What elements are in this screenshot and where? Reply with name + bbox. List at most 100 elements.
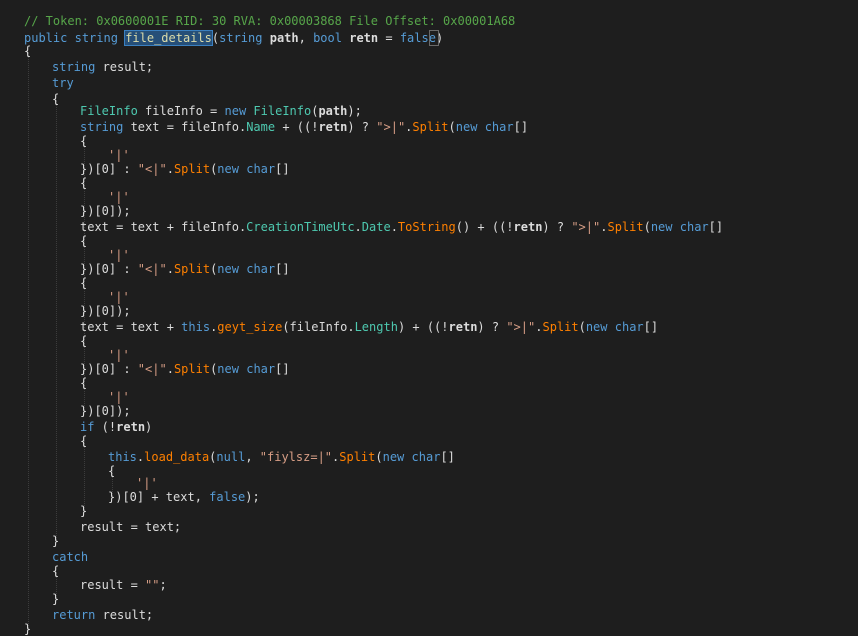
code-token: '|' (136, 476, 158, 490)
code-line[interactable]: { (80, 276, 87, 290)
code-line[interactable]: string text = fileInfo.Name + ((!retn) ?… (80, 120, 528, 134)
code-token: ( (578, 320, 586, 334)
code-line[interactable]: })[0] : "<|".Split(new char[] (80, 262, 290, 276)
code-line[interactable]: { (80, 134, 87, 148)
code-line[interactable]: })[0] : "<|".Split(new char[] (80, 362, 290, 376)
code-line[interactable]: '|' (108, 148, 130, 162)
code-line[interactable]: })[0] + text, false); (108, 490, 260, 504)
code-token: [] (275, 262, 290, 276)
code-token: string (219, 31, 263, 45)
code-line[interactable]: } (24, 622, 31, 636)
code-token: ) ? (347, 120, 377, 134)
code-token: } (52, 534, 60, 548)
code-token: result; (95, 60, 154, 74)
code-line[interactable]: })[0]); (80, 404, 131, 418)
code-token: (! (94, 420, 117, 434)
code-token: . (166, 362, 174, 376)
code-token: { (80, 376, 88, 390)
code-line[interactable]: { (52, 564, 59, 578)
code-line[interactable]: { (80, 234, 87, 248)
code-token: (fileInfo. (282, 320, 355, 334)
code-token: text = fileInfo. (123, 120, 247, 134)
code-line[interactable]: { (24, 44, 31, 58)
code-token: Date (361, 220, 391, 234)
code-token: try (52, 76, 74, 90)
code-token: char (484, 120, 514, 134)
code-token: '|' (108, 148, 130, 162)
code-line[interactable]: text = text + this.geyt_size(fileInfo.Le… (80, 320, 658, 334)
code-editor[interactable]: // Token: 0x0600001E RID: 30 RVA: 0x0000… (0, 0, 858, 636)
code-token: [] (275, 162, 290, 176)
code-line[interactable]: result = text; (80, 520, 181, 534)
code-line[interactable]: result = ""; (80, 578, 167, 592)
code-line[interactable]: if (!retn) (80, 420, 152, 434)
code-line[interactable]: try (52, 76, 74, 90)
code-line[interactable]: '|' (108, 390, 130, 404)
code-token: path (269, 31, 299, 45)
code-token: load_data (144, 450, 210, 464)
code-token: Split (173, 162, 211, 176)
code-token: result = text; (80, 520, 182, 534)
code-line[interactable]: public string file_details(string path, … (24, 30, 443, 46)
code-token: [] (708, 220, 724, 234)
code-token: null (216, 450, 246, 464)
code-token: . (390, 220, 398, 234)
code-token: new (585, 320, 608, 334)
code-token: if (80, 420, 95, 434)
code-token: })[0]); (80, 304, 131, 318)
code-line[interactable]: { (80, 434, 87, 448)
selected-method-name: file_details (124, 30, 213, 46)
code-token: string (74, 31, 118, 45)
code-line[interactable]: this.load_data(null, "fiylsz=|".Split(ne… (108, 450, 455, 464)
code-line[interactable]: text = text + fileInfo.CreationTimeUtc.D… (80, 220, 723, 234)
code-line[interactable]: string result; (52, 60, 153, 74)
code-token: })[0]); (80, 404, 131, 418)
code-line[interactable]: { (80, 176, 87, 190)
code-token: = (378, 31, 400, 45)
code-line[interactable]: })[0]); (80, 204, 131, 218)
code-line[interactable]: })[0] : "<|".Split(new char[] (80, 162, 290, 176)
code-token: [] (513, 120, 529, 134)
code-line[interactable]: })[0]); (80, 304, 131, 318)
code-token: ) ? (477, 320, 507, 334)
code-token: new (455, 120, 478, 134)
code-token: text = text + (80, 320, 182, 334)
code-line[interactable]: FileInfo fileInfo = new FileInfo(path); (80, 104, 362, 118)
code-token: CreationTimeUtc (246, 220, 355, 234)
code-line[interactable]: } (80, 504, 87, 518)
code-line[interactable]: '|' (136, 476, 158, 490)
code-token: "<|" (137, 162, 167, 176)
code-line[interactable]: '|' (108, 248, 130, 262)
code-token: "" (145, 578, 160, 592)
code-token: new (217, 162, 239, 176)
code-token: ) + ((! (397, 320, 449, 334)
code-line[interactable]: { (108, 464, 115, 478)
code-token: result = (80, 578, 146, 592)
code-line[interactable]: '|' (108, 348, 130, 362)
code-line[interactable]: } (52, 534, 59, 548)
code-token: })[0] : (80, 362, 138, 376)
code-token: { (80, 134, 88, 148)
code-line[interactable]: { (52, 92, 59, 106)
code-line[interactable]: '|' (108, 290, 130, 304)
code-token: retn (116, 420, 146, 434)
code-token: "fiylsz=|" (259, 450, 333, 464)
code-line[interactable]: { (80, 376, 87, 390)
code-token: string (52, 60, 96, 74)
code-token: . (166, 162, 174, 176)
code-line[interactable]: return result; (52, 608, 153, 622)
code-line[interactable]: { (80, 334, 87, 348)
code-token: { (80, 176, 88, 190)
code-token: ">|" (571, 220, 601, 234)
code-line[interactable]: } (52, 592, 59, 606)
code-line[interactable]: '|' (108, 190, 130, 204)
code-line[interactable]: // Token: 0x0600001E RID: 30 RVA: 0x0000… (24, 14, 515, 28)
code-token: // Token: 0x0600001E RID: 30 RVA: 0x0000… (24, 14, 516, 28)
code-token: } (80, 504, 88, 518)
code-token: Split (607, 220, 644, 234)
code-line[interactable]: catch (52, 550, 88, 564)
indent-guide (56, 100, 57, 540)
